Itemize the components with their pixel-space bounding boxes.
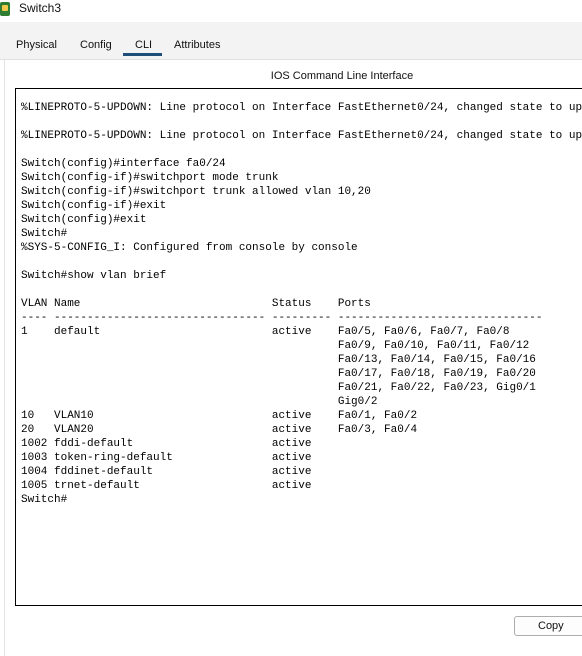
tab-cli[interactable]: CLI: [135, 39, 152, 51]
switch-app-icon: [0, 2, 10, 16]
terminal-console[interactable]: %LINEPROTO-5-UPDOWN: Line protocol on In…: [15, 88, 582, 606]
terminal-output[interactable]: %LINEPROTO-5-UPDOWN: Line protocol on In…: [21, 101, 582, 507]
tab-bar: Physical Config CLI Attributes: [0, 22, 582, 60]
panel-title: IOS Command Line Interface: [270, 70, 414, 82]
tab-config[interactable]: Config: [80, 39, 112, 51]
tab-attributes[interactable]: Attributes: [174, 39, 220, 51]
tab-physical[interactable]: Physical: [16, 39, 57, 51]
active-tab-indicator: [123, 53, 162, 56]
copy-button[interactable]: Copy: [514, 616, 582, 636]
window-title: Switch3: [19, 1, 62, 15]
title-bar: Switch3: [0, 0, 582, 23]
